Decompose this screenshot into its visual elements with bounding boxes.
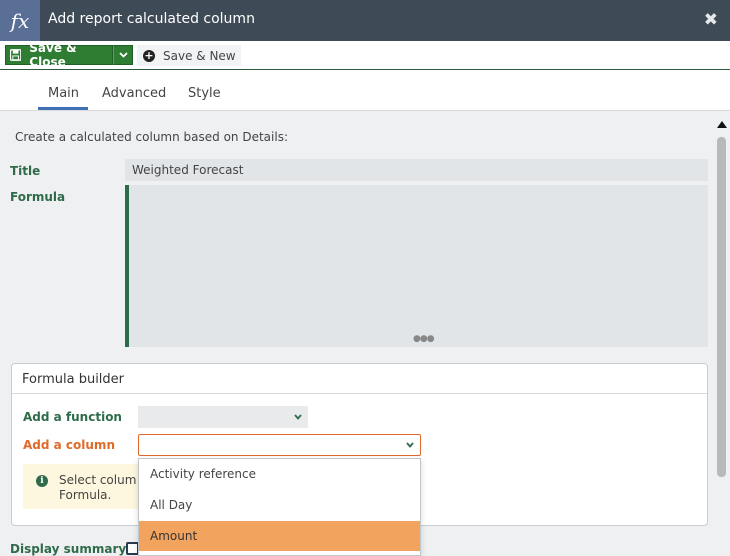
column-dropdown-list: Activity reference All Day Amount [138, 458, 421, 556]
display-summary-label: Display summary [10, 542, 127, 556]
title-input[interactable]: Weighted Forecast [125, 159, 708, 181]
tab-bar: Main Advanced Style [0, 70, 730, 111]
chevron-down-icon [406, 442, 414, 448]
tab-advanced[interactable]: Advanced [102, 86, 166, 101]
formula-builder-header: Formula builder [12, 364, 707, 394]
chevron-down-icon [118, 52, 128, 58]
intro-text: Create a calculated column based on Deta… [15, 130, 288, 144]
resize-handle-icon[interactable]: ●●● [413, 334, 435, 344]
tab-style[interactable]: Style [188, 86, 221, 101]
save-close-dropdown-button[interactable] [113, 45, 133, 65]
dropdown-option-highlighted[interactable]: Amount [139, 521, 420, 551]
info-message: i Select colum Formula. [23, 464, 138, 509]
title-bar: fx Add report calculated column ✖ [0, 0, 730, 41]
info-icon: i [36, 475, 48, 487]
active-tab-indicator [38, 107, 88, 110]
dropdown-option[interactable]: All Day [139, 490, 420, 520]
plus-circle-icon: + [143, 48, 155, 62]
vertical-scrollbar[interactable] [714, 115, 730, 556]
save-disk-icon [10, 49, 22, 61]
toolbar: Save & Close + Save & New [0, 41, 730, 70]
add-function-select[interactable] [138, 406, 308, 428]
dropdown-option[interactable]: Activity reference [139, 459, 420, 489]
save-new-label: Save & New [163, 48, 236, 63]
info-line-2: Formula. [59, 488, 112, 502]
scroll-up-arrow-icon[interactable] [717, 121, 727, 128]
add-column-select[interactable] [138, 434, 421, 456]
info-text: Select colum Formula. [59, 473, 136, 503]
fx-icon: fx [0, 0, 40, 41]
tab-main[interactable]: Main [48, 86, 79, 101]
formula-label: Formula [10, 190, 66, 204]
info-line-1: Select colum [59, 473, 137, 487]
add-column-label: Add a column [23, 438, 115, 452]
save-close-label: Save & Close [29, 41, 77, 69]
save-new-button[interactable]: + Save & New [137, 45, 241, 66]
scroll-thumb[interactable] [717, 137, 726, 477]
window-title: Add report calculated column [48, 11, 255, 27]
title-label: Title [10, 164, 41, 178]
formula-textarea[interactable]: ●●● [125, 185, 708, 347]
close-icon[interactable]: ✖ [704, 10, 718, 30]
save-close-button[interactable]: Save & Close [5, 41, 113, 69]
chevron-down-icon [294, 414, 302, 420]
add-function-label: Add a function [23, 410, 122, 424]
